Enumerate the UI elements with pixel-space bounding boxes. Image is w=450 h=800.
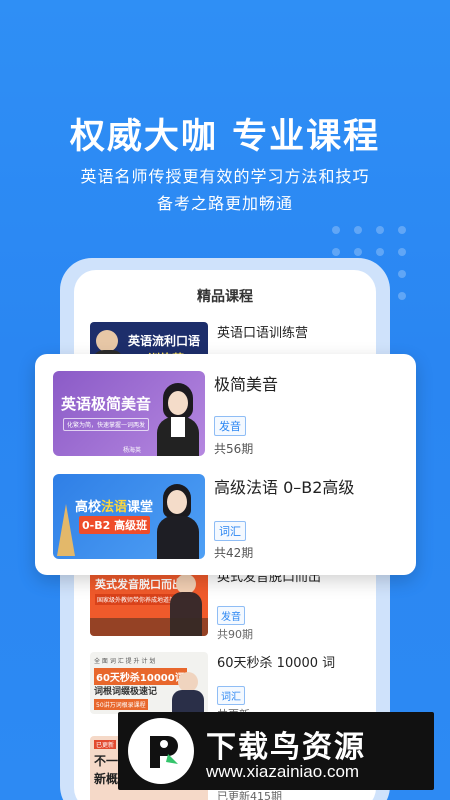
watermark-banner: 下载鸟资源 www.xiazainiao.com: [118, 712, 434, 790]
course-count: 共56期: [214, 442, 254, 456]
course-count: 共42期: [214, 546, 254, 560]
hero-subtitle-line1: 英语名师传授更有效的学习方法和技巧: [80, 167, 370, 186]
course-title: 高级法语 0–B2高级: [214, 478, 355, 497]
course-title: 60天秒杀 10000 词: [217, 656, 336, 671]
hero-title: 权威大咖 专业课程: [69, 117, 381, 157]
thumb-text: 不一: [94, 754, 119, 768]
thumb-text-part: 课堂: [127, 500, 154, 515]
course-thumbnail: 英式发音脱口而出 国家级外教师带你养成地道美发音: [90, 568, 208, 636]
course-title: 极简美音: [214, 375, 279, 394]
watermark-url: www.xiazainiao.com: [206, 762, 360, 781]
thumb-text: 新概: [94, 772, 119, 786]
course-tag: 发音: [217, 606, 245, 625]
thumb-text: 英语流利口语: [128, 334, 201, 348]
course-thumbnail: 全 面 词 汇 提 升 计 划 60天秒杀10000词 词根词缀极速记 50讲万…: [90, 652, 208, 714]
watermark-name: 下载鸟资源: [206, 730, 366, 765]
thumb-subtext: 50讲万词根录课程: [94, 699, 148, 710]
thumb-text-part: 高校: [75, 500, 102, 515]
course-count: 共90期: [217, 628, 253, 641]
bird-logo-icon: [128, 718, 194, 784]
course-tag: 发音: [214, 416, 246, 436]
thumb-text: 词根词缀极速记: [94, 687, 158, 697]
thumb-subtext: 化繁为简，快速掌握一词两发: [63, 418, 150, 431]
course-thumbnail: 英语极简美音 化繁为简，快速掌握一词两发 杨海英: [53, 371, 205, 456]
thumb-text: 60天秒杀10000词: [94, 668, 187, 685]
thumb-top-text: 已更新: [94, 740, 117, 749]
course-thumbnail: 高校法语课堂 0-B2 高级班: [53, 474, 205, 559]
course-tag: 词汇: [217, 686, 245, 705]
thumb-text: 英语极简美音: [61, 395, 152, 413]
thumb-teacher-name: 杨海英: [123, 447, 142, 454]
thumb-text: 英式发音脱口而出: [95, 578, 183, 591]
course-title: 英语口语训练营: [217, 326, 309, 341]
hero-subtitle-line2: 备考之路更加畅通: [156, 194, 293, 213]
thumb-text-highlight: 法语: [101, 500, 128, 515]
featured-courses-card: 英语极简美音 化繁为简，快速掌握一词两发 杨海英 极简美音 发音 共56期 高校…: [35, 354, 416, 575]
screen-title: 精品课程: [197, 289, 253, 305]
thumb-text: 0-B2 高级班: [79, 516, 151, 534]
thumb-text: 高校法语课堂: [75, 496, 153, 515]
thumb-top-text: 全 面 词 汇 提 升 计 划: [94, 658, 156, 665]
course-tag: 词汇: [214, 521, 246, 541]
